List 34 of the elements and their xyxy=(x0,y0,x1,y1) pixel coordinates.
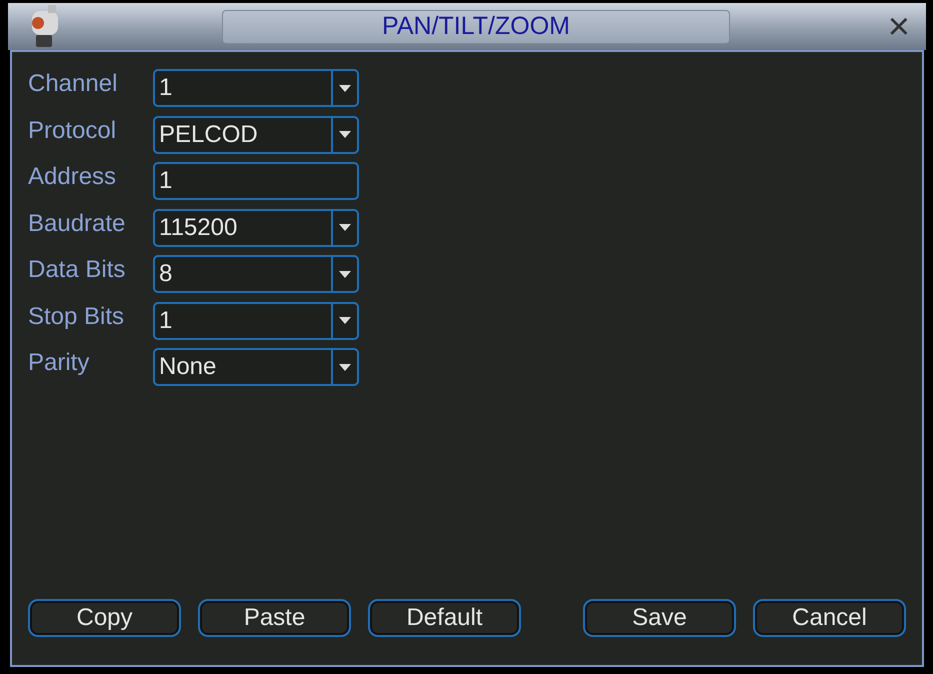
field-label: Parity xyxy=(28,348,90,378)
dropdown-arrow-icon[interactable] xyxy=(339,270,351,278)
dropdown[interactable]: None xyxy=(153,348,359,386)
dropdown-value: None xyxy=(158,352,218,382)
dropdown-arrow-icon[interactable] xyxy=(339,131,351,138)
field-label: Protocol xyxy=(28,116,118,146)
dropdown-arrow-icon[interactable] xyxy=(339,224,351,231)
field-label: Address xyxy=(28,162,118,192)
field-label: Channel xyxy=(28,69,118,99)
dropdown-value: 1 xyxy=(158,73,174,103)
dropdown-value: 8 xyxy=(158,259,174,289)
dropdown[interactable]: 115200 xyxy=(153,208,359,246)
field-label: Stop Bits xyxy=(28,302,126,332)
field-label: Data Bits xyxy=(28,255,126,285)
dropdown[interactable]: 1 xyxy=(153,69,359,107)
dropdown[interactable]: PELCOD xyxy=(153,116,359,154)
dialog-button[interactable]: Paste xyxy=(198,599,351,637)
dropdown-value: PELCOD xyxy=(158,120,259,150)
dialog-button[interactable]: Default xyxy=(368,599,521,637)
dropdown[interactable]: 8 xyxy=(153,255,359,293)
dropdown-value: 1 xyxy=(158,306,174,336)
dropdown[interactable]: 1 xyxy=(153,302,359,340)
input-field[interactable]: 1 xyxy=(153,162,359,200)
dialog-button[interactable]: Cancel xyxy=(753,599,906,637)
dialog-button[interactable]: Copy xyxy=(28,599,181,637)
dropdown-arrow-icon[interactable] xyxy=(339,364,351,370)
dialog-button[interactable]: Save xyxy=(583,599,736,637)
window-title: PAN/TILT/ZOOM xyxy=(222,10,730,44)
close-button[interactable]: × xyxy=(884,8,914,46)
field-value: 1 xyxy=(158,166,174,196)
dropdown-arrow-icon[interactable] xyxy=(339,84,351,92)
field-label: Baudrate xyxy=(28,208,126,238)
dropdown-arrow-icon[interactable] xyxy=(339,317,351,324)
dropdown-value: 115200 xyxy=(158,212,238,242)
